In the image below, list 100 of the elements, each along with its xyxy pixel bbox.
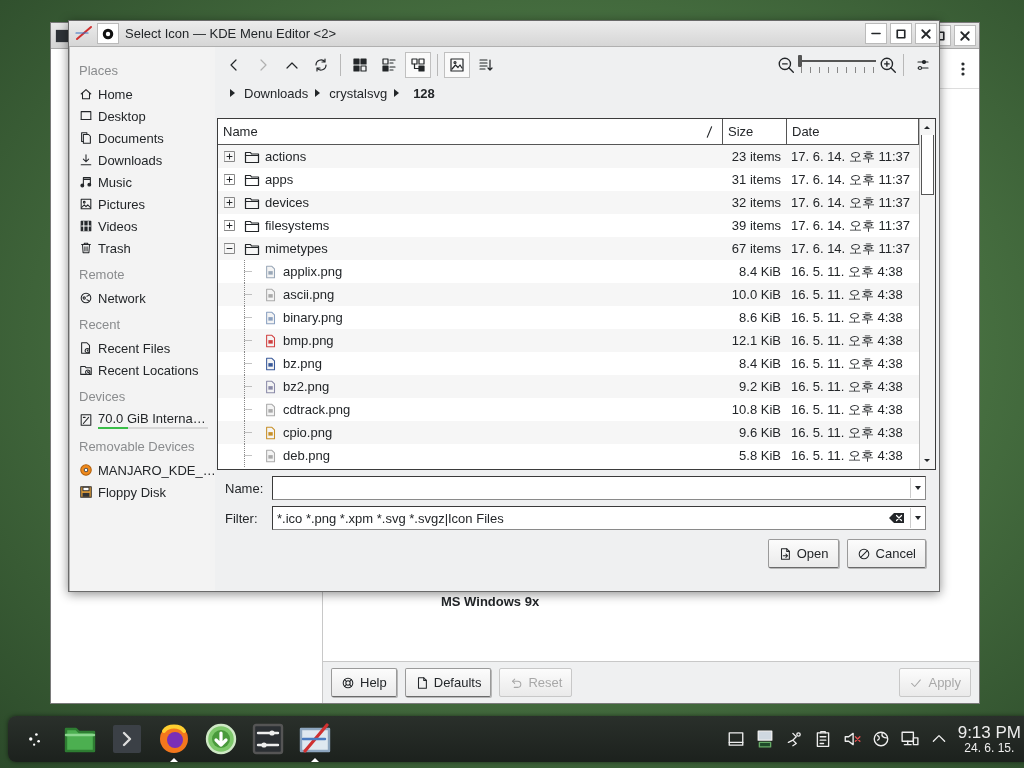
terminal-icon — [111, 723, 143, 755]
file-icon — [264, 424, 278, 441]
clock[interactable]: 9:13 PM 24. 6. 15. — [957, 723, 1021, 755]
place-item[interactable]: Network — [70, 287, 215, 309]
network-icon — [79, 291, 93, 305]
place-item[interactable]: Home — [70, 83, 215, 105]
file-name[interactable]: deb.png — [218, 444, 723, 467]
date-cell-text: 17. 6. 14. 오후 11:37 — [790, 239, 911, 258]
place-item[interactable]: Downloads — [70, 149, 215, 171]
dropdown-arrow-icon[interactable] — [913, 485, 922, 491]
music-note-icon — [79, 175, 93, 189]
expand-icon[interactable] — [224, 174, 235, 185]
recent-file-icon — [79, 341, 93, 355]
tree-view-button[interactable] — [405, 52, 431, 78]
expand-icon[interactable] — [224, 220, 235, 231]
picture-icon — [79, 197, 93, 211]
place-item[interactable]: Documents — [70, 127, 215, 149]
film-icon — [79, 219, 93, 233]
place-item[interactable]: Recent Locations — [70, 359, 215, 381]
section-heading: Recent — [78, 316, 122, 334]
date-cell-text: 17. 6. 14. 오후 11:37 — [790, 193, 911, 212]
place-item[interactable]: Pictures — [70, 193, 215, 215]
place-item[interactable]: MANJARO_KDE_… — [70, 459, 215, 481]
compact-view-icon — [381, 57, 397, 73]
section-heading: Devices — [78, 388, 127, 406]
place-item[interactable]: 70.0 GiB Interna… — [70, 409, 215, 431]
globe-icon[interactable] — [871, 730, 890, 748]
tree-view-icon — [410, 57, 426, 73]
size-cell-text: 23 items — [730, 149, 782, 164]
column-header[interactable]: Size — [723, 119, 787, 144]
defaults-button[interactable]: Defaults — [404, 668, 492, 697]
file-name[interactable]: cpio.png — [218, 421, 723, 444]
date-cell-text: 16. 5. 11. 오후 4:38 — [790, 262, 904, 281]
place-item[interactable]: Floppy Disk — [70, 481, 215, 503]
place-item[interactable]: Recent Files — [70, 337, 215, 359]
monitor-icon[interactable] — [755, 730, 774, 748]
section-heading: Remote — [78, 266, 126, 284]
scrollbar[interactable] — [919, 119, 935, 469]
help-button[interactable]: Help — [331, 668, 397, 697]
size-cell-text: 39 items — [730, 218, 782, 233]
sort-icon — [704, 124, 714, 139]
place-item[interactable]: Desktop — [70, 105, 215, 127]
expand-icon[interactable] — [224, 151, 235, 162]
file-name[interactable]: ascii.png — [218, 283, 723, 306]
column-header[interactable]: Name — [218, 119, 723, 144]
close-button[interactable] — [954, 25, 976, 46]
file-name[interactable]: bz2.png — [218, 375, 723, 398]
recent-folder-icon — [79, 363, 93, 377]
field-label: Filter: — [224, 510, 259, 526]
open-button[interactable]: Open — [767, 539, 839, 568]
sort-icon[interactable] — [478, 57, 494, 73]
section-heading: Removable Devices — [78, 438, 196, 456]
window-icon[interactable] — [726, 730, 745, 748]
minimize-button[interactable] — [865, 23, 887, 44]
name-field[interactable] — [272, 476, 926, 500]
display-icon[interactable] — [900, 730, 919, 748]
preview-toggle[interactable] — [444, 52, 470, 78]
folder-name[interactable]: devices — [218, 191, 723, 214]
close-button[interactable] — [915, 23, 937, 44]
place-item[interactable]: Music — [70, 171, 215, 193]
filter-field[interactable]: *.ico *.png *.xpm *.svg *.svgz|Icon Files — [272, 506, 926, 530]
breadcrumb-item[interactable]: crystalsvg — [314, 85, 388, 101]
dropdown-arrow-icon[interactable] — [913, 515, 922, 521]
date-cell-text: 16. 5. 11. 오후 4:38 — [790, 400, 904, 419]
breadcrumb-item[interactable]: 128 — [393, 85, 435, 101]
file-name[interactable]: bmp.png — [218, 329, 723, 352]
keep-above-button[interactable] — [97, 23, 119, 44]
lifebuoy-icon — [341, 675, 355, 690]
breadcrumb-item[interactable]: Downloads — [229, 85, 309, 101]
folder-name[interactable]: filesystems — [218, 214, 723, 237]
settings-icon[interactable] — [915, 57, 931, 73]
zoom-out-icon[interactable] — [777, 56, 795, 74]
muted-speaker-icon[interactable] — [842, 730, 861, 748]
size-cell-text: 10.8 KiB — [730, 402, 782, 417]
undo-icon — [509, 675, 524, 690]
clear-icon[interactable] — [888, 511, 906, 525]
clock-date: 24. 6. 15. — [964, 741, 1015, 755]
expand-icon[interactable] — [224, 197, 235, 208]
folder-name[interactable]: apps — [218, 168, 723, 191]
maximize-button[interactable] — [890, 23, 912, 44]
cancel-button[interactable]: Cancel — [846, 539, 926, 568]
folder-name[interactable]: actions — [218, 145, 723, 168]
size-cell-text: 32 items — [730, 195, 782, 210]
reload-icon[interactable] — [313, 57, 329, 73]
size-cell-text: 8.4 KiB — [738, 264, 782, 279]
date-cell-text: 16. 5. 11. 오후 4:38 — [790, 308, 904, 327]
app-icon — [55, 28, 69, 43]
place-item[interactable]: Trash — [70, 237, 215, 259]
size-cell-text: 9.2 KiB — [738, 379, 782, 394]
folder-name[interactable]: mimetypes — [218, 237, 723, 260]
zoom-in-icon[interactable] — [879, 56, 897, 74]
file-icon — [264, 401, 278, 418]
date-cell-text: 17. 6. 14. 오후 11:37 — [790, 170, 911, 189]
zoom-slider[interactable] — [798, 55, 876, 75]
file-icon — [264, 309, 278, 326]
collapse-icon[interactable] — [224, 243, 235, 254]
place-item[interactable]: Videos — [70, 215, 215, 237]
scrollbar-thumb[interactable] — [921, 135, 934, 195]
picture-icon — [449, 57, 465, 73]
pen-picture-icon — [299, 723, 331, 755]
